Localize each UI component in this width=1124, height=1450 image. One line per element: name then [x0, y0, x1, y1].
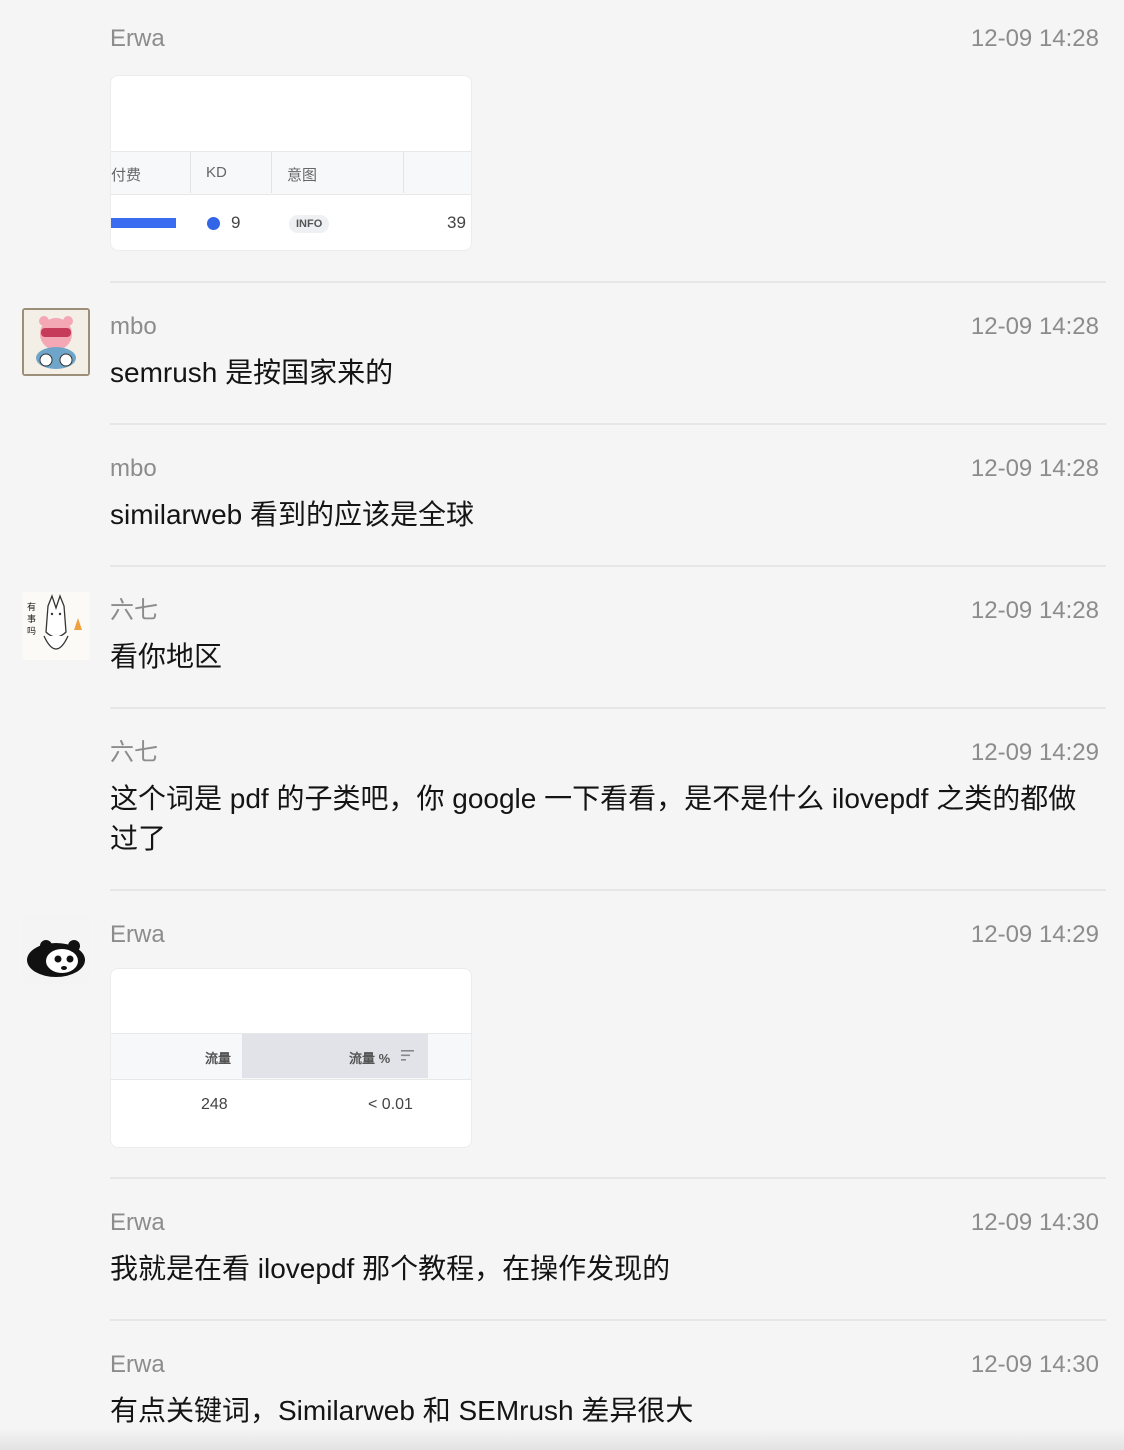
svg-text:事: 事	[27, 613, 36, 625]
message-text: 有点关键词，Similarweb 和 SEMrush 差异很大	[110, 1395, 694, 1426]
traffic-percent-value: < 0.01	[368, 1096, 413, 1113]
image-attachment[interactable]: 付费 KD 意图 9 INFO 39	[110, 75, 472, 251]
column-divider	[271, 152, 272, 193]
sketch-fox-avatar-icon: 有 事 吗	[22, 592, 90, 660]
image-attachment[interactable]: 流量 流量 % 248 < 0.01	[110, 968, 472, 1148]
avatar[interactable]: 有 事 吗	[22, 592, 90, 660]
message-time: 12-09 14:28	[970, 313, 1099, 340]
avatar[interactable]	[22, 308, 90, 376]
message-time: 12-09 14:30	[970, 1209, 1099, 1236]
divider	[110, 565, 1106, 567]
message-text: 我就是在看 ilovepdf 那个教程，在操作发现的	[110, 1253, 671, 1284]
sender-name[interactable]: Erwa	[110, 1209, 165, 1237]
sender-name[interactable]: Erwa	[110, 25, 165, 53]
sort-lines-icon	[401, 1050, 414, 1061]
message-time: 12-09 14:29	[970, 921, 1099, 948]
trailing-value: 39	[447, 213, 466, 232]
column-header-kd: KD	[206, 164, 227, 181]
kd-dot-icon	[207, 217, 220, 230]
sender-name[interactable]: mbo	[110, 455, 157, 483]
column-header-traffic-percent: 流量 %	[349, 1051, 391, 1066]
column-header-intent: 意图	[287, 167, 318, 184]
bottom-fade	[0, 1428, 1124, 1450]
divider	[110, 889, 1106, 891]
intent-badge: INFO	[289, 215, 330, 233]
traffic-value: 248	[201, 1096, 228, 1113]
divider	[110, 1177, 1106, 1179]
column-header-paid: 付费	[111, 167, 142, 184]
message-time: 12-09 14:28	[970, 455, 1099, 482]
svg-text:吗: 吗	[27, 626, 36, 637]
sender-name[interactable]: Erwa	[110, 921, 165, 949]
divider	[110, 707, 1106, 709]
paid-bar	[111, 218, 176, 228]
sender-name[interactable]: Erwa	[110, 1351, 165, 1379]
sender-name[interactable]: 六七	[110, 739, 158, 767]
kd-value: 9	[231, 213, 241, 232]
divider	[110, 281, 1106, 283]
divider	[110, 1319, 1106, 1321]
message-time: 12-09 14:28	[970, 25, 1099, 52]
avatar[interactable]	[22, 916, 90, 984]
column-divider	[403, 152, 404, 193]
column-divider	[190, 152, 191, 193]
message-text: semrush 是按国家来的	[110, 357, 394, 388]
panda-avatar-icon	[22, 916, 90, 984]
svg-text:有: 有	[27, 601, 36, 613]
message-time: 12-09 14:28	[970, 597, 1099, 624]
pink-bear-avatar-icon	[22, 308, 90, 376]
column-header-traffic: 流量	[205, 1051, 232, 1066]
sender-name[interactable]: 六七	[110, 597, 158, 625]
message-text: 这个词是 pdf 的子类吧，你 google 一下看看，是不是什么 ilovep…	[110, 783, 1077, 854]
message-text: 看你地区	[110, 641, 223, 672]
message-text: similarweb 看到的应该是全球	[110, 499, 475, 530]
sender-name[interactable]: mbo	[110, 313, 157, 341]
message-time: 12-09 14:29	[970, 739, 1099, 766]
divider	[110, 423, 1106, 425]
message-time: 12-09 14:30	[970, 1351, 1099, 1378]
